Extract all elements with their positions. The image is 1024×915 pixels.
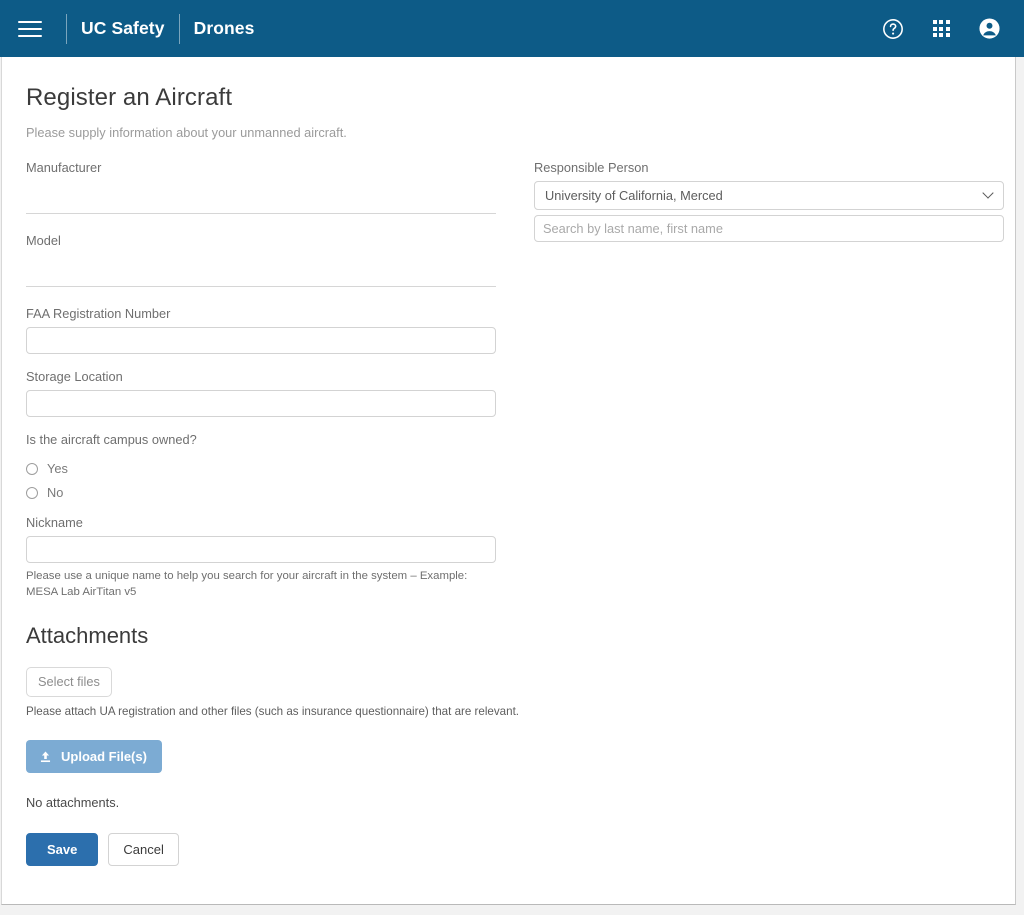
page-content: Register an Aircraft Please supply infor… [2,57,1015,904]
account-circle-icon[interactable] [976,16,1002,42]
responsible-person-search-input[interactable] [534,215,1004,242]
storage-location-label: Storage Location [26,369,123,384]
campus-owned-label: Is the aircraft campus owned? [26,432,197,447]
app-header-bar: UC Safety Drones [0,0,1024,57]
responsible-person-select[interactable]: University of California, Merced [534,181,1004,210]
cancel-button[interactable]: Cancel [108,833,179,866]
hamburger-line [18,27,42,30]
brand-drones[interactable]: Drones [194,18,255,39]
upload-files-label: Upload File(s) [61,749,147,764]
select-files-button[interactable]: Select files [26,667,112,697]
attachments-help-text: Please attach UA registration and other … [26,705,520,718]
apps-grid-icon[interactable] [928,16,954,42]
upload-files-button[interactable]: Upload File(s) [26,740,162,773]
radio-circle-icon [26,462,38,475]
radio-option-no[interactable]: No [26,485,534,500]
attachments-title: Attachments [26,623,149,648]
help-circle-icon[interactable] [880,16,906,42]
faa-registration-label: FAA Registration Number [26,306,171,321]
field-nickname: Nickname Please use a unique name to hel… [26,514,534,600]
nickname-help-text: Please use a unique name to help you sea… [26,570,468,598]
field-manufacturer: Manufacturer [26,159,534,214]
radio-option-yes[interactable]: Yes [26,461,534,476]
form-column-left: Manufacturer Model FAA Registration Numb… [26,159,534,866]
field-model: Model [26,232,534,287]
page-subtitle: Please supply information about your unm… [26,125,347,140]
radio-label-no: No [47,485,64,500]
field-responsible-person: Responsible Person University of Califor… [534,159,1004,242]
header-actions [880,16,1010,42]
responsible-person-label: Responsible Person [534,160,649,175]
field-campus-owned: Is the aircraft campus owned? Yes No [26,431,534,500]
page-card: Register an Aircraft Please supply infor… [1,57,1016,905]
page-title: Register an Aircraft [26,84,233,111]
form-column-right: Responsible Person University of Califor… [534,159,1004,866]
faa-registration-input[interactable] [26,327,496,354]
hamburger-line [18,34,42,37]
manufacturer-label: Manufacturer [26,160,102,175]
storage-location-input[interactable] [26,390,496,417]
radio-circle-icon [26,486,38,499]
form-columns: Manufacturer Model FAA Registration Numb… [26,159,1004,866]
header-divider [178,13,180,44]
field-faa-registration: FAA Registration Number [26,305,534,354]
hamburger-menu-icon[interactable] [18,18,44,40]
hamburger-line [18,20,42,23]
upload-arrow-icon [39,750,52,764]
manufacturer-input[interactable] [26,180,496,214]
save-button[interactable]: Save [26,833,99,866]
form-action-buttons: Save Cancel [26,833,534,866]
nickname-input[interactable] [26,536,496,563]
attachments-empty-state: No attachments. [26,795,120,810]
field-storage-location: Storage Location [26,368,534,417]
header-divider [66,13,67,44]
model-input[interactable] [26,253,496,287]
brand-uc-safety[interactable]: UC Safety [81,18,165,39]
apps-grid-glyph [932,20,950,37]
model-label: Model [26,233,61,248]
radio-label-yes: Yes [47,461,68,476]
responsible-person-select-wrapper: University of California, Merced [534,181,1004,210]
nickname-label: Nickname [26,515,83,530]
